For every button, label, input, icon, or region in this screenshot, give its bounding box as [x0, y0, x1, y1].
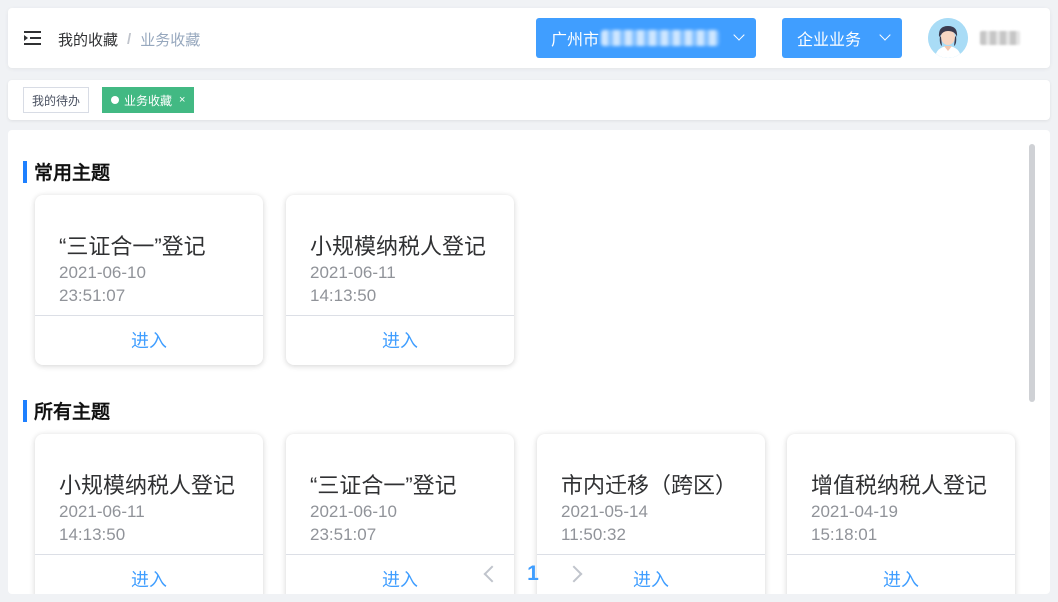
business-type-select[interactable]: 企业业务	[782, 18, 902, 58]
topic-card: 小规模纳税人登记 2021-06-11 14:13:50 进入	[286, 195, 514, 365]
city-select-label: 广州市	[551, 32, 600, 49]
topic-card: “三证合一”登记 2021-06-10 23:51:07 进入	[35, 195, 263, 365]
tag-label: 我的待办	[32, 93, 81, 108]
menu-fold-icon[interactable]	[24, 30, 42, 46]
card-date: 2021-06-10	[310, 502, 397, 521]
card-title: 小规模纳税人登记	[310, 234, 487, 259]
tag-my-todo[interactable]: 我的待办	[23, 87, 90, 113]
tags-view: 我的待办 业务收藏 ×	[8, 80, 1050, 120]
topic-card: 增值税纳税人登记 2021-04-19 15:18:01 进入	[787, 434, 1015, 594]
card-time: 14:13:50	[310, 286, 377, 305]
card-time: 15:18:01	[811, 525, 878, 544]
card-date: 2021-06-10	[59, 263, 146, 282]
card-divider	[787, 554, 1015, 555]
breadcrumb-separator: /	[127, 31, 132, 48]
section-bar	[23, 399, 27, 422]
card-divider	[537, 554, 765, 555]
enter-button[interactable]: 进入	[286, 327, 514, 353]
card-divider	[35, 554, 263, 555]
chevron-down-icon	[879, 29, 891, 41]
top-navbar: 我的收藏 / 业务收藏 广州市 企业业务	[8, 8, 1050, 68]
card-date: 2021-06-11	[310, 263, 396, 282]
main-content: 常用主题 “三证合一”登记 2021-06-10 23:51:07 进入 小规模…	[8, 130, 1050, 594]
breadcrumb-home[interactable]: 我的收藏	[58, 29, 118, 50]
card-time: 23:51:07	[310, 525, 377, 544]
chevron-right-icon[interactable]	[565, 565, 583, 583]
breadcrumb: 我的收藏 / 业务收藏	[58, 29, 200, 50]
breadcrumb-current: 业务收藏	[140, 32, 201, 49]
card-date: 2021-06-11	[59, 502, 145, 521]
redacted-address	[601, 30, 720, 46]
active-dot-icon	[111, 96, 119, 104]
enter-button[interactable]: 进入	[787, 566, 1015, 592]
card-timestamp: 2021-06-10 23:51:07	[310, 500, 500, 546]
section-bar	[23, 160, 27, 183]
tag-business-favorites[interactable]: 业务收藏 ×	[102, 87, 195, 113]
card-title: 增值税纳税人登记	[811, 473, 988, 498]
card-timestamp: 2021-04-19 15:18:01	[811, 500, 1001, 546]
chevron-left-icon[interactable]	[483, 565, 501, 583]
close-icon[interactable]: ×	[179, 94, 185, 106]
card-title: “三证合一”登记	[59, 234, 206, 259]
city-select[interactable]: 广州市	[536, 18, 756, 58]
user-avatar-icon	[928, 18, 968, 58]
tag-label: 业务收藏	[124, 93, 173, 108]
card-title: “三证合一”登记	[310, 473, 457, 498]
topic-card: 小规模纳税人登记 2021-06-11 14:13:50 进入	[35, 434, 263, 594]
enter-button[interactable]: 进入	[35, 566, 263, 592]
section-title-text: 常用主题	[34, 163, 111, 184]
card-timestamp: 2021-05-14 11:50:32	[561, 500, 751, 546]
page-number[interactable]: 1	[527, 562, 539, 586]
redacted-username	[980, 31, 1020, 45]
pagination: 1	[478, 559, 588, 589]
card-timestamp: 2021-06-11 14:13:50	[310, 261, 500, 307]
card-time: 14:13:50	[59, 525, 126, 544]
card-date: 2021-05-14	[561, 502, 648, 521]
card-timestamp: 2021-06-10 23:51:07	[59, 261, 249, 307]
section-title-common: 常用主题	[23, 158, 110, 185]
section-title-text: 所有主题	[34, 402, 111, 423]
card-title: 小规模纳税人登记	[59, 473, 236, 498]
avatar[interactable]	[928, 18, 968, 58]
card-divider	[35, 315, 263, 316]
scrollbar-thumb[interactable]	[1029, 144, 1035, 402]
section-title-all: 所有主题	[23, 397, 110, 424]
card-time: 11:50:32	[561, 525, 626, 544]
business-type-label: 企业业务	[797, 32, 862, 49]
enter-button[interactable]: 进入	[35, 327, 263, 353]
card-date: 2021-04-19	[811, 502, 898, 521]
card-title: 市内迁移（跨区）	[561, 473, 738, 498]
card-time: 23:51:07	[59, 286, 126, 305]
card-divider	[286, 315, 514, 316]
card-divider	[286, 554, 514, 555]
card-timestamp: 2021-06-11 14:13:50	[59, 500, 249, 546]
chevron-down-icon	[733, 29, 745, 41]
